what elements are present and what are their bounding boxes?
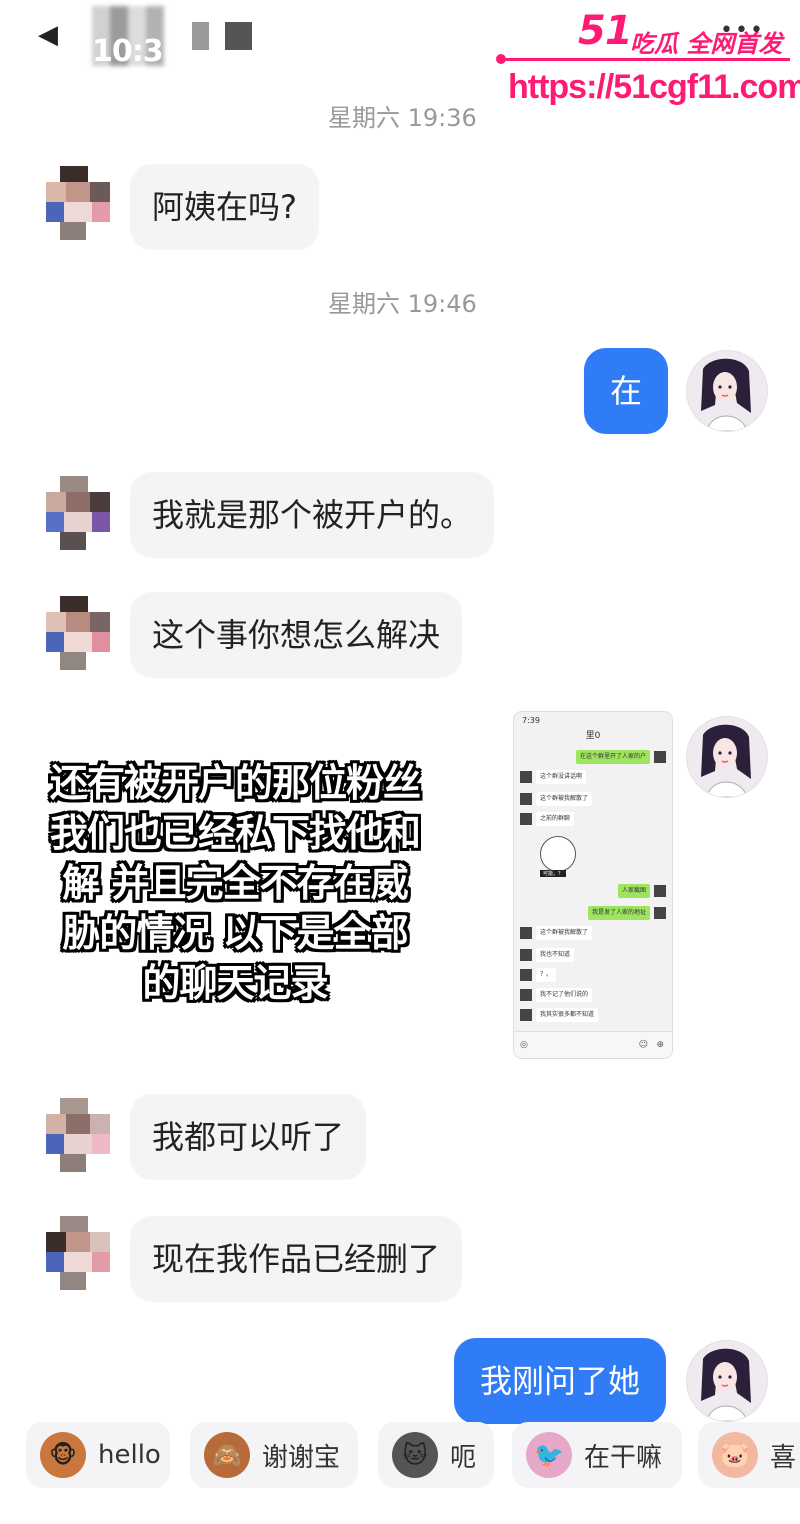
caption-line: 解 并且完全不存在威 <box>62 861 408 905</box>
avatar-illustration <box>701 358 751 431</box>
overlay-caption: 还有被开户的那位粉丝 我们也已经私下找他和 解 并且完全不存在威 胁的情况 以下… <box>46 758 424 1008</box>
image-message-screenshot[interactable]: 7:39 里0 在这个群里开了人家的户 这个群没讲话啊 这个群被我解散了 之前的… <box>514 712 672 1058</box>
contact-avatar[interactable] <box>46 166 114 242</box>
quick-reply-chip[interactable]: 🙈 谢谢宝 <box>190 1422 358 1488</box>
monkey-icon: 🐵 <box>40 1432 86 1478</box>
screenshot-input-bar: ◎ ☺ ⊕ <box>514 1031 672 1058</box>
quick-reply-label: 在干嘛 <box>584 1442 663 1473</box>
quick-reply-label: hello <box>98 1440 161 1470</box>
quick-reply-chip[interactable]: 🐦 在干嘛 <box>512 1422 682 1488</box>
message-bubble-sent[interactable]: 我刚问了她 <box>454 1338 667 1424</box>
screenshot-row: 我不记了他们说的 <box>514 988 672 1002</box>
my-avatar[interactable] <box>686 1340 768 1422</box>
watermark-brand-number: 51 <box>578 8 633 54</box>
message-bubble[interactable]: 我就是那个被开户的。 <box>130 472 495 558</box>
timestamp: 星期六 19:36 <box>328 104 477 132</box>
contact-avatar[interactable] <box>46 596 114 672</box>
signal-icon <box>192 22 252 50</box>
screenshot-row: 我是发了人家的地址 <box>514 906 672 920</box>
bird-face-icon: 🐦 <box>526 1432 572 1478</box>
monkey-flower-icon: 🙈 <box>204 1432 250 1478</box>
watermark-dot <box>496 54 506 64</box>
back-icon[interactable]: ◀ <box>38 20 68 50</box>
timestamp: 星期六 19:46 <box>328 290 477 318</box>
quick-reply-label: 呃 <box>450 1442 477 1473</box>
screenshot-row: 人家截图 <box>514 884 672 898</box>
quick-reply-chip[interactable]: 🐵 hello <box>26 1422 170 1488</box>
screenshot-row: 这个群没讲话啊 <box>514 770 672 784</box>
contact-avatar[interactable] <box>46 1098 114 1174</box>
screenshot-row: 这个群被我解散了 <box>514 792 672 806</box>
contact-avatar[interactable] <box>46 1216 114 1292</box>
screenshot-row: 这个群被我解散了 <box>514 926 672 940</box>
status-time: 10:3 <box>92 34 164 69</box>
my-avatar[interactable] <box>686 716 768 798</box>
sticker-image <box>540 836 576 872</box>
screenshot-time: 7:39 <box>522 716 540 725</box>
avatar-illustration <box>701 1348 751 1421</box>
quick-reply-chip[interactable]: 🐷 喜 <box>698 1422 800 1488</box>
caption-line: 的聊天记录 <box>142 961 328 1005</box>
screenshot-row: 我也不知道 <box>514 948 672 962</box>
message-bubble[interactable]: 现在我作品已经删了 <box>130 1216 463 1302</box>
contact-avatar[interactable] <box>46 476 114 552</box>
sticker-label: 可能。？ <box>540 870 567 877</box>
plus-icon: ⊕ <box>656 1040 664 1050</box>
message-bubble[interactable]: 我都可以听了 <box>130 1094 367 1180</box>
screenshot-title: 里0 <box>585 731 601 741</box>
watermark-underline <box>500 58 790 61</box>
caption-line: 我们也已经私下找他和 <box>49 811 421 855</box>
quick-reply-label: 谢谢宝 <box>262 1442 341 1473</box>
voice-icon: ◎ <box>520 1040 528 1050</box>
caption-line: 胁的情况 以下是全部 <box>62 911 408 955</box>
caption-line: 还有被开户的那位粉丝 <box>49 761 421 805</box>
screenshot-row: 之前的群聊 <box>514 812 672 826</box>
message-bubble[interactable]: 这个事你想怎么解决 <box>130 592 463 678</box>
message-bubble-sent[interactable]: 在 <box>584 348 669 434</box>
message-bubble[interactable]: 阿姨在吗? <box>130 164 319 250</box>
emoji-icon: ☺ <box>638 1040 648 1050</box>
screenshot-row: 在这个群里开了人家的户 <box>514 750 672 764</box>
avatar-illustration <box>701 724 751 797</box>
screenshot-row: 我其实很多都不知道 <box>514 1008 672 1022</box>
watermark-url: https://51cgf11.com <box>508 68 800 106</box>
pig-face-icon: 🐷 <box>712 1432 758 1478</box>
my-avatar[interactable] <box>686 350 768 432</box>
cat-icon: 🐱 <box>392 1432 438 1478</box>
quick-reply-label: 喜 <box>770 1442 797 1473</box>
quick-reply-chip[interactable]: 🐱 呃 <box>378 1422 494 1488</box>
more-icon[interactable]: ••• <box>720 18 765 43</box>
screenshot-row: ？。 <box>514 968 672 982</box>
